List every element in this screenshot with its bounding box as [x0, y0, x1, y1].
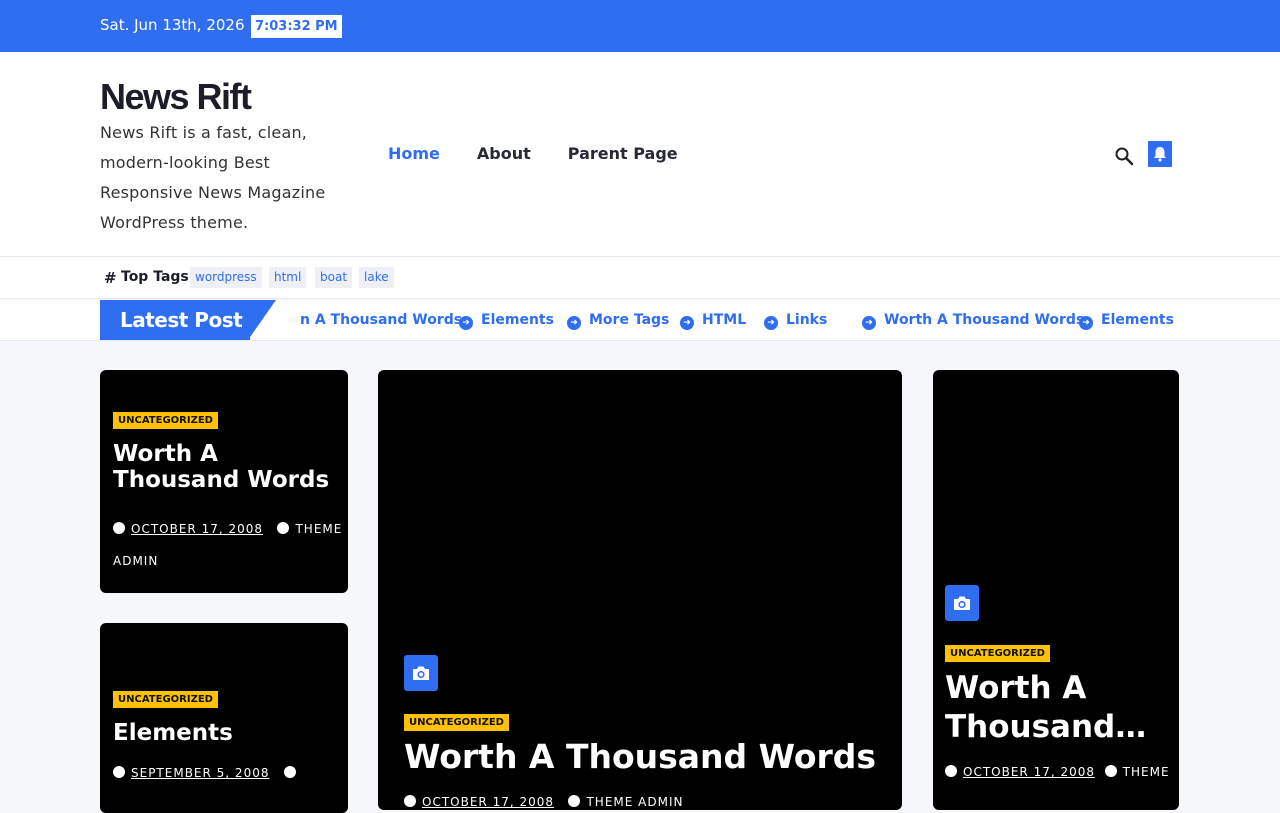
clock-icon	[113, 522, 125, 534]
post-card[interactable]: UNCATEGORIZED Elements SEPTEMBER 5, 2008	[100, 623, 348, 813]
user-icon	[283, 766, 296, 778]
ticker-item[interactable]: ➜ Links	[764, 312, 827, 330]
latest-post-label: Latest Post	[100, 300, 250, 340]
current-time: 7:03:32 PM	[251, 15, 342, 38]
search-icon[interactable]	[1114, 146, 1134, 166]
top-tags-label: Top Tags	[121, 269, 189, 285]
bell-icon	[1154, 147, 1166, 162]
main-nav: Home About Parent Page	[388, 144, 715, 163]
post-title[interactable]: Elements	[113, 720, 338, 746]
nav-home[interactable]: Home	[388, 144, 440, 163]
tag-html[interactable]: html	[269, 267, 307, 288]
camera-button[interactable]	[404, 655, 438, 691]
post-card[interactable]: UNCATEGORIZED Worth A Thousand… OCTOBER …	[933, 370, 1179, 810]
category-badge[interactable]: UNCATEGORIZED	[404, 714, 509, 731]
arrow-right-circle-icon: ➜	[680, 316, 694, 330]
nav-parent-page[interactable]: Parent Page	[568, 144, 678, 163]
post-author[interactable]: THEME	[1123, 765, 1170, 779]
post-meta: OCTOBER 17, 2008 THEME ADMIN	[113, 513, 343, 577]
user-icon	[568, 795, 581, 807]
camera-icon	[954, 596, 970, 610]
arrow-right-circle-icon: ➜	[1079, 316, 1093, 330]
camera-icon	[413, 666, 429, 680]
top-bar: Sat. Jun 13th, 2026 7:03:32 PM	[0, 0, 1280, 52]
post-author[interactable]: THEME ADMIN	[586, 795, 683, 809]
ticker-item[interactable]: ➜ HTML	[680, 312, 746, 330]
ticker-track: n A Thousand Words ➜ Elements ➜ More Tags …	[300, 300, 1280, 340]
clock-icon	[113, 766, 125, 778]
ticker-item[interactable]: ➜ Elements	[1079, 312, 1174, 330]
post-title[interactable]: Worth A Thousand…	[945, 669, 1173, 747]
category-badge[interactable]: UNCATEGORIZED	[113, 691, 218, 708]
tag-boat[interactable]: boat	[315, 267, 353, 288]
arrow-right-circle-icon: ➜	[459, 316, 473, 330]
clock-icon	[945, 765, 957, 777]
latest-post-ticker: Latest Post n A Thousand Words ➜ Elements…	[0, 300, 1280, 341]
post-card[interactable]: UNCATEGORIZED Worth A Thousand Words OCT…	[100, 370, 348, 593]
user-icon	[277, 522, 290, 534]
ticker-item[interactable]: ➜ Elements	[459, 312, 554, 330]
post-date[interactable]: OCTOBER 17, 2008	[422, 795, 554, 809]
post-date[interactable]: OCTOBER 17, 2008	[963, 765, 1095, 779]
featured-post-card[interactable]: UNCATEGORIZED Worth A Thousand Words OCT…	[378, 370, 902, 810]
latest-post-arrow	[248, 300, 276, 340]
ticker-item[interactable]: ➜ Worth A Thousand Words	[862, 312, 1084, 330]
site-tagline: News Rift is a fast, clean, modern-looki…	[100, 123, 326, 232]
post-date[interactable]: SEPTEMBER 5, 2008	[131, 766, 269, 780]
current-date: Sat. Jun 13th, 2026	[100, 16, 245, 34]
post-date[interactable]: OCTOBER 17, 2008	[131, 522, 263, 536]
category-badge[interactable]: UNCATEGORIZED	[113, 412, 218, 429]
post-meta: OCTOBER 17, 2008 THEME	[945, 762, 1175, 782]
hash-icon: #	[104, 269, 117, 287]
clock-icon	[404, 795, 416, 807]
ticker-item[interactable]: ➜ More Tags	[567, 312, 669, 330]
category-badge[interactable]: UNCATEGORIZED	[945, 645, 1050, 662]
post-meta: OCTOBER 17, 2008 THEME ADMIN	[404, 792, 884, 810]
arrow-right-circle-icon: ➜	[862, 316, 876, 330]
post-meta: SEPTEMBER 5, 2008	[113, 763, 343, 783]
top-tags-bar: # Top Tags wordpress html boat lake	[0, 257, 1280, 299]
ticker-item[interactable]: n A Thousand Words	[300, 312, 462, 328]
post-title[interactable]: Worth A Thousand Words	[113, 441, 338, 493]
tag-wordpress[interactable]: wordpress	[190, 267, 262, 288]
camera-button[interactable]	[945, 585, 979, 621]
arrow-right-circle-icon: ➜	[567, 316, 581, 330]
post-title[interactable]: Worth A Thousand Words	[404, 738, 884, 776]
notification-button[interactable]	[1148, 141, 1172, 167]
arrow-right-circle-icon: ➜	[764, 316, 778, 330]
site-header: News Rift News Rift is a fast, clean, mo…	[0, 52, 1280, 257]
nav-about[interactable]: About	[477, 144, 531, 163]
site-title[interactable]: News Rift	[100, 76, 252, 118]
tag-lake[interactable]: lake	[359, 267, 394, 288]
user-icon	[1104, 765, 1117, 777]
